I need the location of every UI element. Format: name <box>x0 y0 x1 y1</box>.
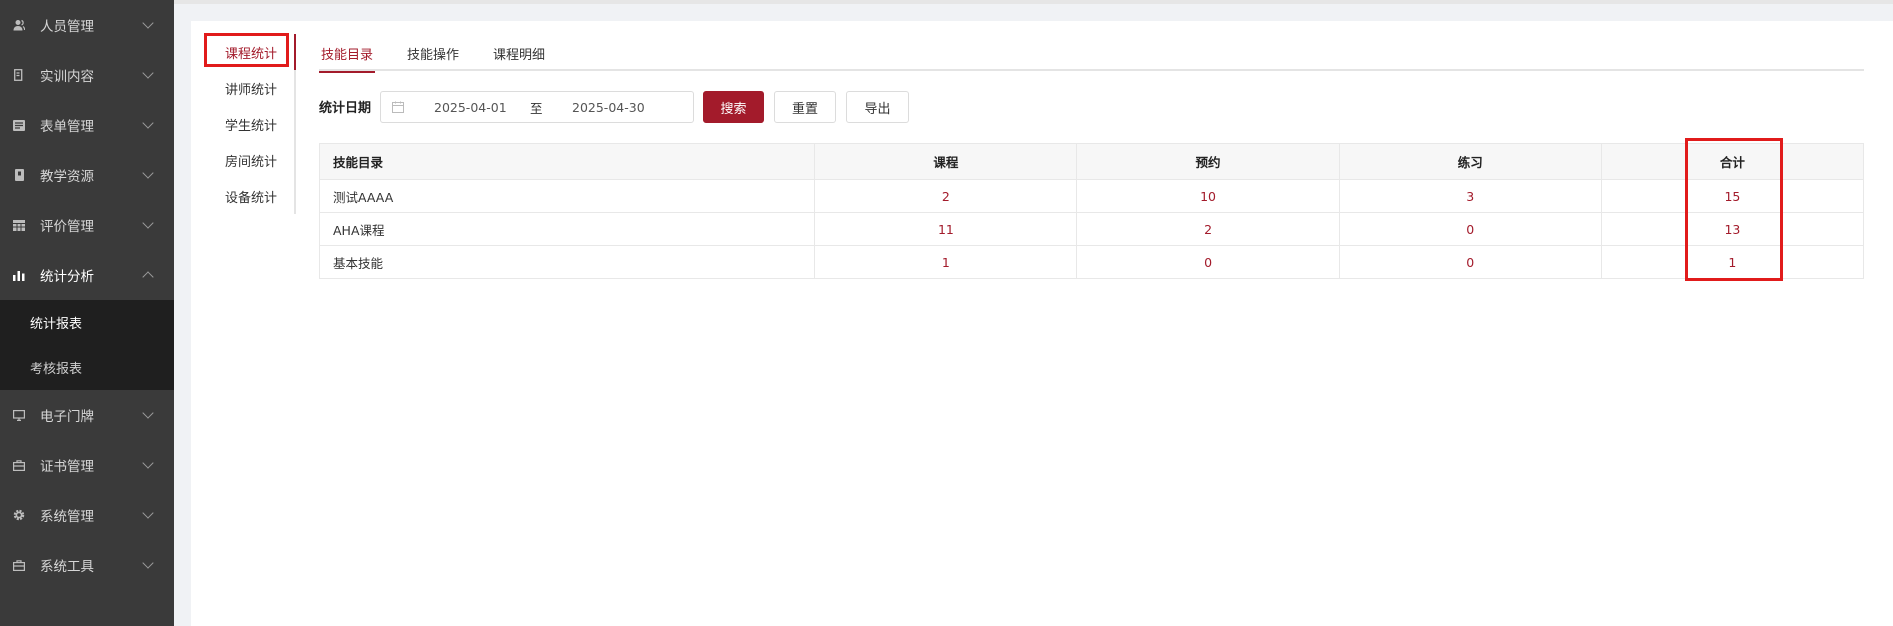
end-date-input[interactable]: 2025-04-30 <box>572 100 672 115</box>
sidebar-item-label: 教学资源 <box>40 169 94 185</box>
date-range-separator: 至 <box>530 100 543 116</box>
toolbox-icon <box>12 558 26 572</box>
table-row: AHA课程 11 2 0 13 <box>318 212 1865 246</box>
sidebar-item-label: 表单管理 <box>40 119 94 135</box>
chevron-down-icon <box>142 167 154 179</box>
sidebar-item-evaluation[interactable]: 评价管理 <box>0 200 174 250</box>
cell-skill: 基本技能 <box>318 245 816 279</box>
tab-course-statistics[interactable]: 课程统计 <box>196 34 296 70</box>
bar-chart-icon <box>12 268 26 282</box>
export-button[interactable]: 导出 <box>846 91 909 123</box>
calendar-icon <box>392 101 404 113</box>
cell-practice[interactable]: 0 <box>1338 212 1602 246</box>
cell-course[interactable]: 2 <box>814 179 1078 213</box>
statistics-submenu: 统计报表 考核报表 <box>0 300 174 390</box>
column-header-course: 课程 <box>814 143 1078 180</box>
course-view-tabs: 技能目录 技能操作 课程明细 <box>319 36 1864 73</box>
cell-course[interactable]: 1 <box>814 245 1078 279</box>
cell-course[interactable]: 11 <box>814 212 1078 246</box>
sidebar-item-label: 证书管理 <box>40 459 94 475</box>
users-icon <box>12 18 26 32</box>
tab-course-detail[interactable]: 课程明细 <box>491 36 547 71</box>
skill-catalog-table: 技能目录 课程 预约 练习 合计 测试AAAA 2 10 3 15 AHA课程 … <box>318 143 1865 279</box>
tab-instructor-statistics[interactable]: 讲师统计 <box>196 70 294 106</box>
sidebar-item-doorplate[interactable]: 电子门牌 <box>0 390 174 440</box>
cell-practice[interactable]: 3 <box>1338 179 1602 213</box>
sidebar-item-system[interactable]: 系统管理 <box>0 490 174 540</box>
cell-booking[interactable]: 0 <box>1076 245 1340 279</box>
column-header-practice: 练习 <box>1338 143 1602 180</box>
cell-skill: 测试AAAA <box>318 179 816 213</box>
reset-button[interactable]: 重置 <box>774 91 836 123</box>
sidebar-item-statistics[interactable]: 统计分析 <box>0 250 174 300</box>
column-header-booking: 预约 <box>1076 143 1340 180</box>
tab-skill-operation[interactable]: 技能操作 <box>405 36 461 71</box>
certificate-icon <box>12 458 26 472</box>
column-header-skill-catalog: 技能目录 <box>318 143 816 180</box>
tab-room-statistics[interactable]: 房间统计 <box>196 142 294 178</box>
chevron-down-icon <box>142 217 154 229</box>
sidebar: 人员管理 实训内容 表单管理 教学资源 评价管理 统计分析 统计报表 考核报表 … <box>0 0 174 626</box>
sidebar-item-certificates[interactable]: 证书管理 <box>0 440 174 490</box>
cell-skill: AHA课程 <box>318 212 816 246</box>
sidebar-item-label: 实训内容 <box>40 69 94 85</box>
chevron-down-icon <box>142 67 154 79</box>
table-header-row: 技能目录 课程 预约 练习 合计 <box>318 143 1865 180</box>
chevron-down-icon <box>142 557 154 569</box>
tab-skill-catalog[interactable]: 技能目录 <box>319 36 376 73</box>
table-row: 测试AAAA 2 10 3 15 <box>318 179 1865 213</box>
sidebar-item-personnel[interactable]: 人员管理 <box>0 0 174 50</box>
top-strip <box>174 0 1893 4</box>
sidebar-item-label: 统计分析 <box>40 269 94 285</box>
column-header-total: 合计 <box>1600 143 1865 180</box>
sidebar-item-forms[interactable]: 表单管理 <box>0 100 174 150</box>
cell-booking[interactable]: 2 <box>1076 212 1340 246</box>
chevron-down-icon <box>142 117 154 129</box>
search-button[interactable]: 搜索 <box>703 91 764 123</box>
chevron-down-icon <box>142 457 154 469</box>
cell-practice[interactable]: 0 <box>1338 245 1602 279</box>
cell-total[interactable]: 1 <box>1600 245 1865 279</box>
doc-icon <box>12 68 26 82</box>
date-range-picker[interactable]: 2025-04-01 至 2025-04-30 <box>380 91 694 123</box>
date-filter-label: 统计日期 <box>319 101 372 116</box>
cell-total[interactable]: 13 <box>1600 212 1865 246</box>
statistics-type-tabs: 课程统计 讲师统计 学生统计 房间统计 设备统计 <box>196 34 296 214</box>
grid-icon <box>12 218 26 232</box>
cell-total[interactable]: 15 <box>1600 179 1865 213</box>
tab-device-statistics[interactable]: 设备统计 <box>196 178 294 214</box>
sidebar-item-label: 人员管理 <box>40 19 94 35</box>
sidebar-item-resources[interactable]: 教学资源 <box>0 150 174 200</box>
gear-icon <box>12 508 26 522</box>
cell-booking[interactable]: 10 <box>1076 179 1340 213</box>
chevron-down-icon <box>142 407 154 419</box>
table-row: 基本技能 1 0 0 1 <box>318 245 1865 279</box>
form-icon <box>12 118 26 132</box>
sidebar-item-training[interactable]: 实训内容 <box>0 50 174 100</box>
chevron-up-icon <box>142 271 154 283</box>
sidebar-item-tools[interactable]: 系统工具 <box>0 540 174 590</box>
sidebar-item-label: 系统管理 <box>40 509 94 525</box>
book-icon <box>12 168 26 182</box>
submenu-item-assessment-report[interactable]: 考核报表 <box>0 345 174 390</box>
tab-student-statistics[interactable]: 学生统计 <box>196 106 294 142</box>
sidebar-item-label: 电子门牌 <box>40 409 94 425</box>
chevron-down-icon <box>142 17 154 29</box>
monitor-icon <box>12 408 26 422</box>
submenu-item-statistics-report[interactable]: 统计报表 <box>0 300 174 345</box>
sidebar-item-label: 系统工具 <box>40 559 94 575</box>
sidebar-item-label: 评价管理 <box>40 219 94 235</box>
start-date-input[interactable]: 2025-04-01 <box>434 100 530 115</box>
chevron-down-icon <box>142 507 154 519</box>
